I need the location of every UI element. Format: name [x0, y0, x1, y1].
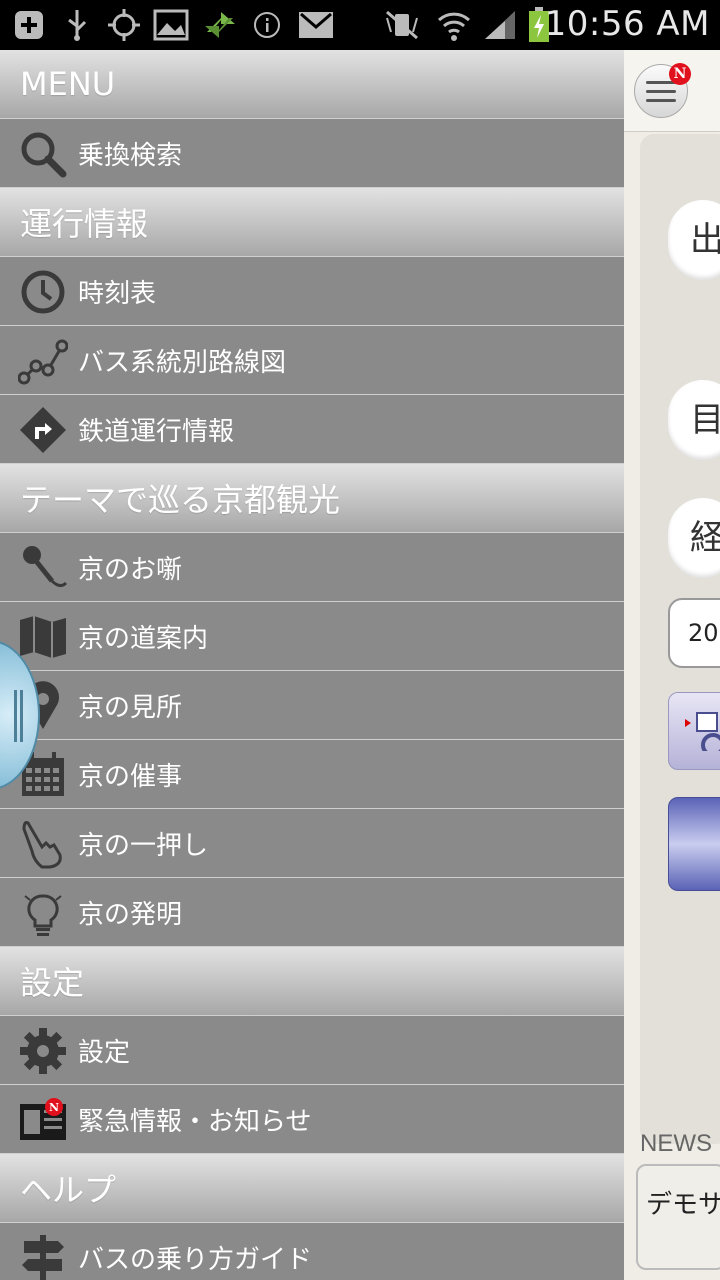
- top-bar: N: [624, 50, 720, 132]
- menu-title-row: MENU: [0, 50, 624, 119]
- news-alert-icon: N: [18, 1095, 68, 1145]
- notification-badge: N: [669, 63, 691, 85]
- section-header-theme: テーマで巡る京都観光: [0, 464, 624, 533]
- gps-icon: [106, 8, 142, 42]
- usb-icon: [60, 8, 94, 42]
- route-nodes-icon: [18, 336, 68, 386]
- lightbulb-icon: [18, 888, 68, 938]
- signal-icon: [482, 8, 518, 42]
- clock: 10:56 AM: [544, 4, 710, 44]
- gmail-icon: [296, 8, 336, 42]
- microphone-icon: [18, 543, 68, 593]
- pointing-hand-icon: [18, 819, 68, 869]
- destination-input[interactable]: 目: [668, 380, 720, 460]
- status-bar: 10:56 AM: [0, 0, 720, 50]
- settings-doc-icon: [685, 712, 720, 751]
- menu-item-railway-info[interactable]: 鉄道運行情報: [0, 395, 624, 464]
- news-label: NEWS: [640, 1130, 712, 1157]
- image-icon: [152, 8, 190, 42]
- menu-item-kyo-michi[interactable]: 京の道案内: [0, 602, 624, 671]
- search-submit-button[interactable]: [668, 797, 720, 891]
- add-notification-icon: [12, 8, 46, 42]
- info-icon: [252, 8, 282, 42]
- menu-title: MENU: [20, 65, 116, 103]
- menu-item-kyo-ohanashi[interactable]: 京のお噺: [0, 533, 624, 602]
- via-input[interactable]: 経: [668, 498, 720, 578]
- menu-item-kyo-hatsumei[interactable]: 京の発明: [0, 878, 624, 947]
- options-button[interactable]: [668, 692, 720, 770]
- menu-item-label: 乗換検索: [78, 140, 183, 171]
- menu-item-kyo-midokoro[interactable]: 京の見所: [0, 671, 624, 740]
- gear-icon: [18, 1026, 68, 1076]
- departure-input[interactable]: 出: [668, 200, 720, 280]
- menu-item-route-search[interactable]: 乗換検索: [0, 119, 624, 188]
- svg-text:N: N: [49, 1101, 59, 1114]
- menu-item-emergency-info[interactable]: N 緊急情報・お知らせ: [0, 1085, 624, 1154]
- signpost-icon: [18, 1233, 68, 1280]
- menu-item-timetable[interactable]: 時刻表: [0, 257, 624, 326]
- menu-item-kyo-moyooshi[interactable]: 京の催事: [0, 740, 624, 809]
- section-header-help: ヘルプ: [0, 1154, 624, 1223]
- section-header-settings: 設定: [0, 947, 624, 1016]
- menu-item-settings[interactable]: 設定: [0, 1016, 624, 1085]
- map-icon: [18, 612, 68, 662]
- date-field[interactable]: 20: [668, 598, 720, 668]
- menu-button[interactable]: N: [634, 63, 691, 118]
- menu-item-bus-route-map[interactable]: バス系統別路線図: [0, 326, 624, 395]
- nav-drawer: MENU 乗換検索 運行情報 時刻表 バス系統別路線図 鉄道運行情報 テーマで巡…: [0, 50, 624, 1280]
- direction-sign-icon: [18, 405, 68, 455]
- main-content: N 出 目 経 20 NEWS デモサ: [624, 50, 720, 1280]
- section-header-operation: 運行情報: [0, 188, 624, 257]
- search-icon: [18, 129, 68, 179]
- sync-icon: [202, 8, 238, 42]
- menu-item-kyo-hitooshi[interactable]: 京の一押し: [0, 809, 624, 878]
- news-item[interactable]: デモサ: [636, 1164, 720, 1270]
- vibrate-mute-icon: [382, 8, 422, 42]
- clock-icon: [18, 267, 68, 317]
- menu-item-bus-guide[interactable]: バスの乗り方ガイド: [0, 1223, 624, 1280]
- wifi-icon: [436, 8, 472, 42]
